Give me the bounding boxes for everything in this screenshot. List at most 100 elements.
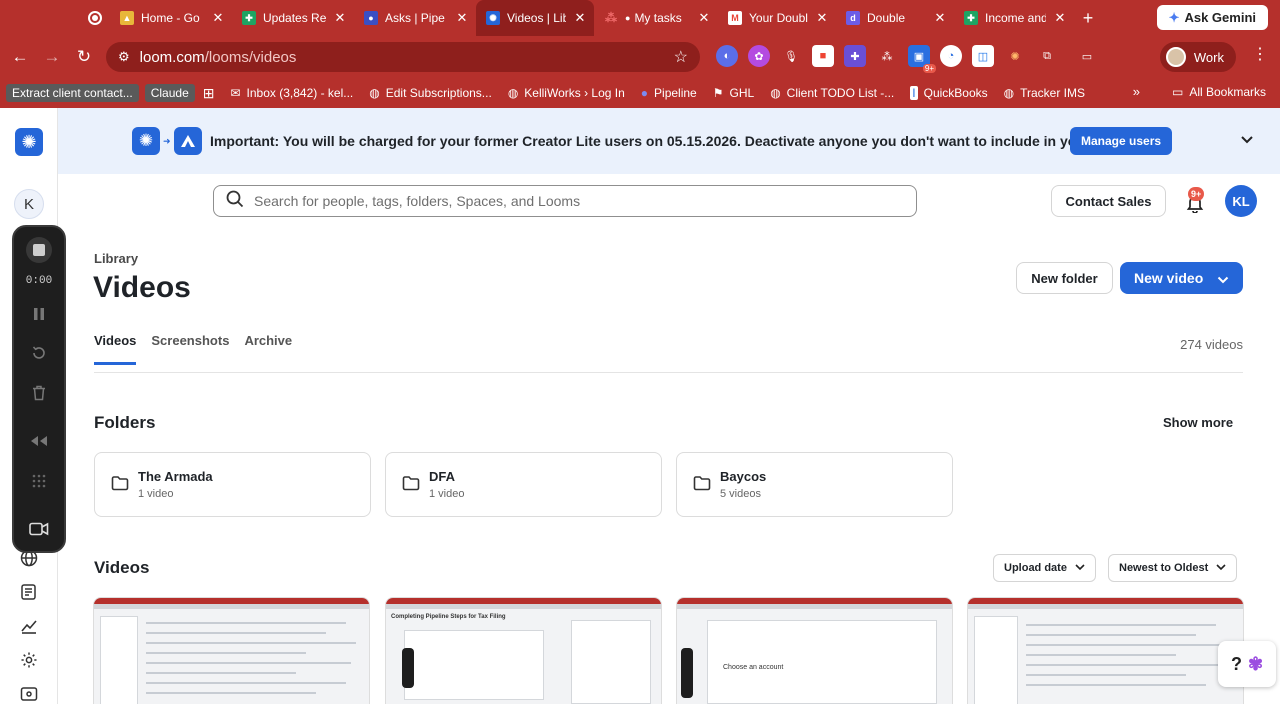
address-bar[interactable]: ⚙ loom.com/looms/videos ☆ xyxy=(106,42,700,72)
close-icon[interactable]: ✕ xyxy=(814,10,830,26)
chevron-down-icon[interactable] xyxy=(1240,132,1254,150)
more-bookmarks-chevron-icon[interactable]: » xyxy=(1133,84,1140,99)
folder-icon xyxy=(693,475,711,496)
extension-icon[interactable]: ✚ xyxy=(844,45,866,67)
bookmark-item[interactable]: ◍ Tracker IMS xyxy=(996,86,1093,100)
extension-icon[interactable]: ◫ xyxy=(972,45,994,67)
folder-count: 1 video xyxy=(429,488,465,500)
rewind-icon[interactable] xyxy=(27,430,51,452)
bookmark-item[interactable]: ✉ Inbox (3,842) - kel... xyxy=(222,86,361,100)
bookmarks-bar: Extract client contact... Claude ⊞ ✉ Inbo… xyxy=(0,78,1280,108)
browser-tab-active[interactable]: ✺ Videos | Lib ✕ xyxy=(476,0,594,36)
help-button[interactable]: ? ✾ xyxy=(1218,641,1276,687)
tab-archive[interactable]: Archive xyxy=(244,333,292,365)
forward-arrow-icon[interactable]: → xyxy=(36,41,68,73)
new-video-button[interactable]: New video xyxy=(1120,262,1243,294)
extension-icon[interactable]: ◔ xyxy=(940,45,962,67)
reading-mode-icon[interactable]: ▭ xyxy=(1076,45,1098,67)
folder-card[interactable]: Baycos 5 videos xyxy=(676,452,953,517)
browser-tab-strip: ▲ Home - Go ✕ ✚ Updates Re ✕ ● Asks | Pi… xyxy=(0,0,1280,36)
blur-grid-icon[interactable] xyxy=(27,470,51,492)
ask-gemini-button[interactable]: ✦ Ask Gemini xyxy=(1156,5,1268,30)
bookmark-label: Edit Subscriptions... xyxy=(385,86,492,100)
new-tab-button[interactable]: + xyxy=(1074,8,1102,29)
close-icon[interactable]: ✕ xyxy=(1052,10,1068,26)
close-icon[interactable]: ✕ xyxy=(696,10,712,26)
stop-recording-button[interactable] xyxy=(26,237,52,263)
loom-logo-icon[interactable]: ✺ xyxy=(15,128,43,156)
tab-title: Income and xyxy=(985,11,1046,25)
close-icon[interactable]: ✕ xyxy=(332,10,348,26)
menu-kebab-icon[interactable]: ⋮ xyxy=(1252,47,1268,63)
browser-tab[interactable]: d Double ✕ xyxy=(836,0,954,36)
globe-icon: ◍ xyxy=(770,86,781,100)
bookmark-item[interactable]: ◍ KelliWorks › Log In xyxy=(500,86,633,100)
puzzle-icon[interactable]: ⧉ xyxy=(1036,45,1058,67)
trash-icon[interactable] xyxy=(27,382,51,404)
close-icon[interactable]: ✕ xyxy=(454,10,470,26)
tab-screenshots[interactable]: Screenshots xyxy=(151,333,229,365)
video-library-icon[interactable] xyxy=(18,683,40,704)
browser-tab[interactable]: ✚ Updates Re ✕ xyxy=(232,0,354,36)
reload-icon[interactable]: ↻ xyxy=(68,41,100,73)
extension-badge: 9+ xyxy=(922,64,936,73)
microphone-icon[interactable]: 🎙 xyxy=(780,45,802,67)
workspace-avatar[interactable]: K xyxy=(14,189,44,219)
browser-toolbar: ← → ↻ ⚙ loom.com/looms/videos ☆ ◐ ✿ 🎙 ■ … xyxy=(0,36,1280,78)
show-more-button[interactable]: Show more xyxy=(1163,415,1233,430)
pause-icon[interactable] xyxy=(27,303,51,325)
bookmark-item[interactable]: I QuickBooks xyxy=(902,86,995,100)
browser-tab[interactable]: M Your Doubl ✕ xyxy=(718,0,836,36)
video-thumbnail[interactable] xyxy=(967,597,1244,704)
browser-tab[interactable]: ⁂ ● My tasks ✕ xyxy=(594,0,718,36)
extension-icon[interactable]: ✺ xyxy=(1004,45,1026,67)
bookmark-item[interactable]: ⚑ GHL xyxy=(705,86,762,100)
analytics-icon[interactable] xyxy=(18,615,40,637)
extension-badge-icon[interactable]: ▣ 9+ xyxy=(908,45,936,73)
browser-tab[interactable]: ▲ Home - Go ✕ xyxy=(110,0,232,36)
camera-icon[interactable] xyxy=(27,518,51,540)
folder-card[interactable]: DFA 1 video xyxy=(385,452,662,517)
extension-icon[interactable]: ◐ xyxy=(716,45,738,67)
video-thumbnail[interactable]: Completing Pipeline Steps for Tax Filing xyxy=(385,597,662,704)
notes-icon[interactable] xyxy=(18,581,40,603)
contact-sales-button[interactable]: Contact Sales xyxy=(1051,185,1166,217)
browser-tab[interactable]: ● Asks | Pipe ✕ xyxy=(354,0,476,36)
record-extension-icon[interactable]: ■ xyxy=(812,45,834,67)
gemini-sparkle-icon: ✦ xyxy=(1168,9,1180,25)
site-settings-icon[interactable]: ⚙ xyxy=(118,49,130,65)
browser-tab[interactable]: ✚ Income and ✕ xyxy=(954,0,1074,36)
close-icon[interactable]: ✕ xyxy=(210,10,226,26)
profile-button[interactable]: Work xyxy=(1159,42,1236,72)
folder-card[interactable]: The Armada 1 video xyxy=(94,452,371,517)
sort-field-dropdown[interactable]: Upload date xyxy=(993,554,1096,582)
bookmark-item[interactable]: Claude xyxy=(144,84,195,102)
video-thumbnail[interactable] xyxy=(93,597,370,704)
bookmark-item[interactable]: Extract client contact... xyxy=(6,84,139,102)
bookmark-label: Claude xyxy=(150,86,189,100)
tab-videos[interactable]: Videos xyxy=(94,333,137,365)
search-input[interactable] xyxy=(254,193,854,209)
manage-users-button[interactable]: Manage users xyxy=(1070,127,1173,155)
apps-grid-icon[interactable]: ⊞ xyxy=(195,85,223,102)
all-bookmarks-button[interactable]: ▭ All Bookmarks xyxy=(1172,85,1266,99)
bookmark-item[interactable]: ◍ Edit Subscriptions... xyxy=(361,86,500,100)
extension-icon[interactable]: ✿ xyxy=(748,45,770,67)
back-arrow-icon[interactable]: ← xyxy=(4,41,36,73)
asana-extension-icon[interactable]: ⁂ xyxy=(876,45,898,67)
sort-order-dropdown[interactable]: Newest to Oldest xyxy=(1108,554,1238,582)
close-icon[interactable]: ✕ xyxy=(932,10,948,26)
tab-title: Double xyxy=(867,11,906,25)
search-box[interactable] xyxy=(213,185,917,217)
user-avatar[interactable]: KL xyxy=(1225,185,1257,217)
video-thumbnail[interactable]: Choose an account xyxy=(676,597,953,704)
new-folder-button[interactable]: New folder xyxy=(1016,262,1113,294)
restart-icon[interactable] xyxy=(27,342,51,364)
settings-gear-icon[interactable] xyxy=(18,649,40,671)
bookmark-item[interactable]: ● Pipeline xyxy=(633,86,705,100)
google-sheets-icon: ✚ xyxy=(242,11,256,25)
bookmark-item[interactable]: ◍ Client TODO List -... xyxy=(762,86,902,100)
profile-label: Work xyxy=(1193,49,1224,65)
close-icon[interactable]: ✕ xyxy=(572,10,588,26)
bookmark-star-icon[interactable]: ☆ xyxy=(674,47,688,67)
